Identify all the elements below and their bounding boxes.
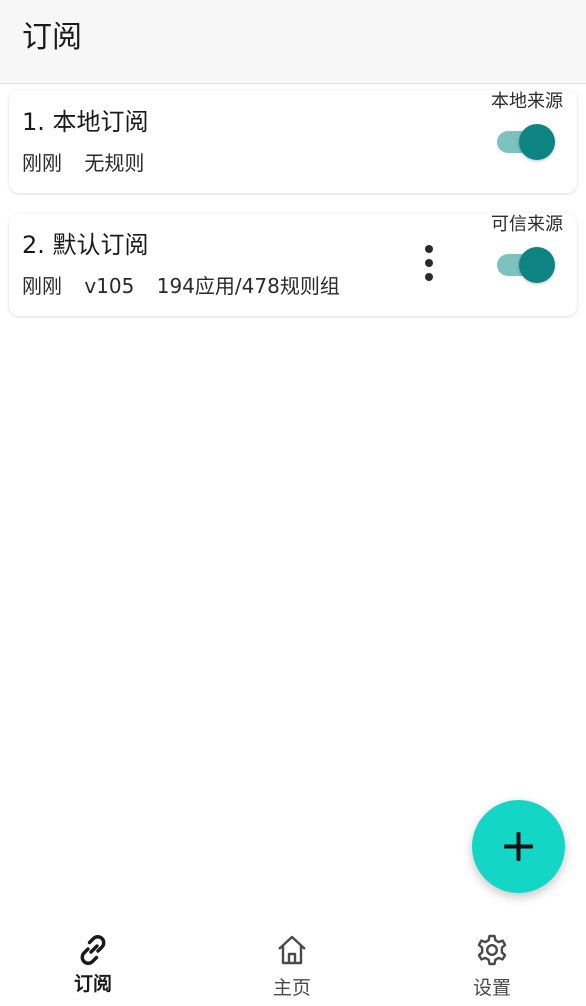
plus-icon bbox=[504, 832, 533, 861]
nav-item-home[interactable]: 主页 bbox=[232, 922, 352, 1006]
more-options-icon[interactable] bbox=[417, 243, 441, 283]
subscription-card-local[interactable]: 本地来源 1. 本地订阅 刚刚 无规则 bbox=[9, 90, 577, 193]
subscription-card-default[interactable]: 可信来源 2. 默认订阅 刚刚 v105 194应用/478规则组 bbox=[9, 213, 577, 316]
enable-toggle[interactable] bbox=[497, 124, 555, 160]
nav-label: 设置 bbox=[472, 977, 511, 999]
bottom-navigation: 订阅 主页 设置 bbox=[0, 922, 586, 1006]
nav-label: 订阅 bbox=[73, 973, 112, 995]
toggle-thumb bbox=[519, 124, 555, 160]
subscription-meta: 刚刚 v105 194应用/478规则组 bbox=[22, 272, 356, 300]
updated-time: 刚刚 bbox=[22, 274, 62, 298]
home-icon bbox=[278, 935, 306, 965]
source-tag: 本地来源 bbox=[491, 91, 563, 112]
link-icon bbox=[80, 935, 106, 965]
subscription-meta: 刚刚 无规则 bbox=[22, 149, 160, 177]
version: v105 bbox=[84, 274, 135, 298]
gear-icon bbox=[477, 934, 507, 966]
rule-summary: 无规则 bbox=[84, 151, 145, 175]
toggle-thumb bbox=[519, 247, 555, 283]
nav-item-settings[interactable]: 设置 bbox=[432, 922, 552, 1006]
subscription-name: 1. 本地订阅 bbox=[22, 108, 149, 136]
add-subscription-button[interactable] bbox=[472, 800, 565, 893]
updated-time: 刚刚 bbox=[22, 151, 62, 175]
subscription-name: 2. 默认订阅 bbox=[22, 231, 149, 259]
rule-summary: 194应用/478规则组 bbox=[156, 274, 340, 298]
nav-item-subscriptions[interactable]: 订阅 bbox=[33, 922, 153, 1006]
nav-label: 主页 bbox=[272, 977, 311, 999]
app-bar: 订阅 bbox=[0, 0, 586, 84]
page-title: 订阅 bbox=[22, 20, 82, 55]
enable-toggle[interactable] bbox=[497, 247, 555, 283]
source-tag: 可信来源 bbox=[491, 214, 563, 235]
